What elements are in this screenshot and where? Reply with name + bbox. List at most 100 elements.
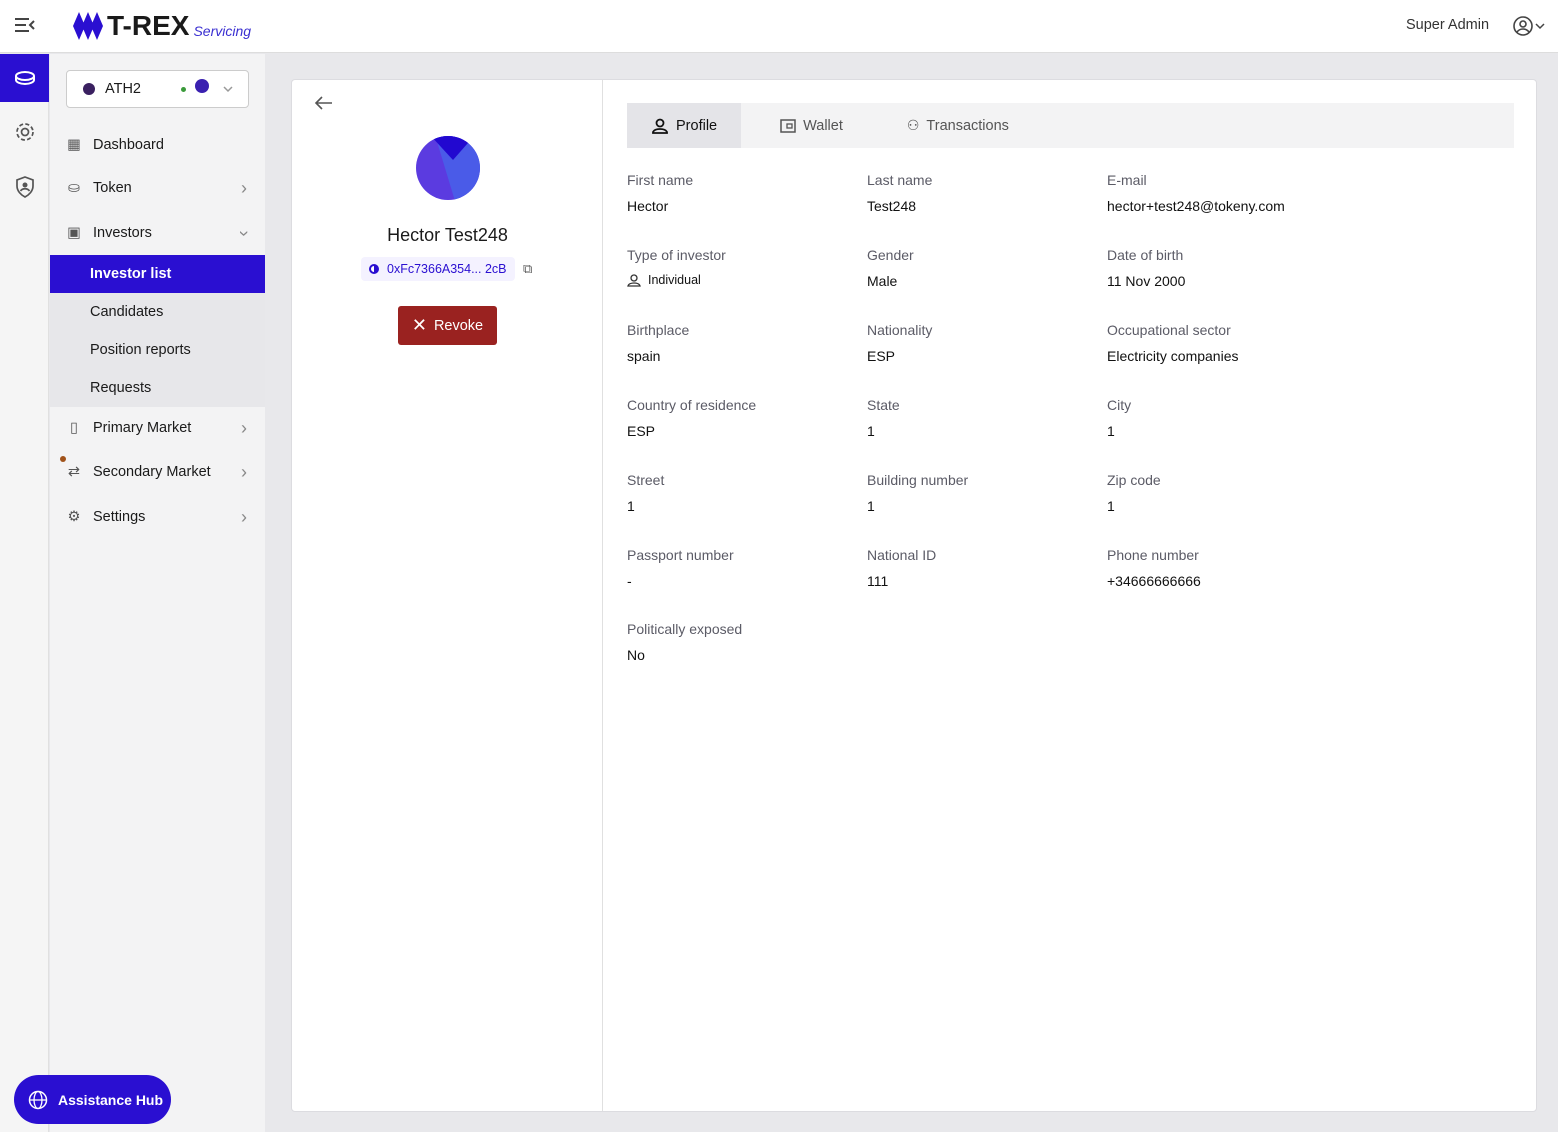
field-value: 1 — [1107, 423, 1115, 439]
sidebar: ATH2 ▦ Dashboard ⛀ Token › ▣ Investors › Inve… — [50, 54, 265, 1132]
logo-text: T-REX — [107, 10, 190, 41]
investors-icon: ▣ — [67, 225, 81, 241]
sidebar-subitem-label: Investor list — [90, 266, 172, 282]
assistance-hub-label: Assistance Hub — [58, 1091, 164, 1108]
sidebar-subitem-investor-list[interactable]: Investor list — [50, 255, 265, 293]
logo[interactable]: T-REX Servicing — [72, 11, 251, 41]
rail-token-button[interactable] — [0, 54, 49, 102]
user-name: Super Admin — [1406, 17, 1490, 33]
chevron-down-icon — [223, 86, 233, 93]
field-value: 1 — [1107, 498, 1115, 514]
field-label: Last name — [867, 172, 933, 188]
field-value: 11 Nov 2000 — [1107, 273, 1186, 289]
tab-profile[interactable]: Profile — [627, 103, 742, 148]
chevron-right-icon: › — [241, 506, 247, 527]
investor-summary: Hector Test248 0xFc7366A354... 2cB ⧉ ✕ Re… — [292, 80, 603, 1111]
sidebar-item-dashboard[interactable]: ▦ Dashboard — [50, 127, 265, 163]
tab-transactions[interactable]: ⚇ Transactions — [867, 103, 1033, 148]
field-value: - — [627, 573, 632, 589]
wallet-address[interactable]: 0xFc7366A354... 2cB — [361, 257, 515, 281]
top-header: T-REX Servicing Super Admin — [0, 0, 1558, 53]
rail-settings-button[interactable] — [0, 108, 49, 156]
chevron-right-icon: › — [241, 177, 247, 198]
sidebar-item-label: Settings — [93, 509, 146, 525]
avatar — [416, 136, 480, 200]
sidebar-item-secondary-market[interactable]: ⇄ Secondary Market › — [50, 454, 265, 490]
user-icon — [652, 118, 668, 134]
globe-icon — [28, 1090, 48, 1109]
chevron-right-icon: › — [241, 461, 247, 482]
transactions-icon: ⚇ — [906, 117, 920, 133]
revoke-label: Revoke — [433, 317, 484, 334]
field-label: State — [867, 397, 900, 413]
logo-subtext: Servicing — [193, 23, 252, 39]
field-value: +34666666666 — [1107, 573, 1201, 589]
revoke-button[interactable]: ✕ Revoke — [398, 306, 497, 345]
field-label: Politically exposed — [627, 621, 743, 637]
user-circle-icon — [1513, 16, 1533, 36]
field-label: Birthplace — [627, 322, 690, 338]
copy-icon[interactable]: ⧉ — [523, 261, 532, 277]
dashboard-icon: ▦ — [67, 137, 81, 153]
menu-collapse-icon[interactable] — [14, 16, 36, 37]
back-arrow-icon[interactable] — [314, 96, 334, 110]
field-label: Street — [627, 472, 665, 488]
user-icon — [627, 274, 641, 287]
field-value: ESP — [867, 348, 896, 364]
token-name: ATH2 — [105, 81, 141, 97]
sidebar-item-label: Token — [93, 180, 132, 196]
rail-security-button[interactable] — [0, 163, 49, 211]
field-value: ESP — [627, 423, 656, 439]
field-value: 1 — [867, 498, 875, 514]
field-value: Test248 — [867, 198, 917, 214]
identity-icon — [369, 264, 379, 274]
sidebar-item-label: Secondary Market — [93, 464, 211, 480]
user-menu-button[interactable] — [1512, 15, 1546, 37]
sidebar-subitem-label: Candidates — [90, 304, 164, 320]
assistance-hub-button[interactable]: Assistance Hub — [14, 1075, 171, 1124]
token-selector[interactable]: ATH2 — [66, 70, 249, 108]
sidebar-item-settings[interactable]: ⚙ Settings › — [50, 499, 265, 535]
sidebar-item-primary-market[interactable]: ▯ Primary Market › — [50, 410, 265, 446]
sidebar-item-label: Investors — [93, 225, 152, 241]
investor-card: Hector Test248 0xFc7366A354... 2cB ⧉ ✕ Re… — [291, 79, 1537, 1112]
investor-name: Hector Test248 — [387, 225, 508, 245]
wallet-icon — [780, 118, 796, 133]
tab-label: Wallet — [803, 117, 843, 134]
field-label: City — [1107, 397, 1132, 413]
field-label: E-mail — [1107, 172, 1147, 188]
field-value: spain — [627, 348, 661, 364]
close-icon: ✕ — [411, 315, 427, 335]
coin-icon: ⛀ — [67, 180, 81, 196]
field-value: hector+test248@tokeny.com — [1107, 198, 1285, 214]
field-label: Zip code — [1107, 472, 1161, 488]
field-label: Country of residence — [627, 397, 757, 413]
field-value: 1 — [627, 498, 635, 514]
tab-wallet[interactable]: Wallet — [741, 103, 867, 148]
coin-icon — [14, 71, 35, 86]
chevron-down-icon: › — [234, 230, 255, 236]
shield-user-icon — [15, 176, 34, 198]
status-dot — [181, 87, 186, 92]
sidebar-item-token[interactable]: ⛀ Token › — [50, 170, 265, 206]
sidebar-subitem-candidates[interactable]: Candidates — [50, 293, 265, 331]
link-icon — [195, 79, 209, 93]
field-value: Individual — [627, 273, 701, 287]
sidebar-item-investors[interactable]: ▣ Investors › — [50, 215, 265, 251]
wallet-address-text: 0xFc7366A354... 2cB — [387, 262, 507, 276]
sidebar-item-label: Primary Market — [93, 420, 192, 436]
field-value: 1 — [867, 423, 875, 439]
logo-icon — [73, 12, 103, 40]
field-label: Gender — [867, 247, 914, 263]
sidebar-subitem-requests[interactable]: Requests — [50, 369, 265, 407]
gear-icon: ⚙ — [67, 509, 81, 525]
chevron-right-icon: › — [241, 417, 247, 438]
gear-icon — [15, 123, 34, 141]
field-label: Passport number — [627, 547, 734, 563]
sidebar-subitem-position-reports[interactable]: Position reports — [50, 331, 265, 369]
field-value: No — [627, 647, 645, 663]
field-value: Electricity companies — [1107, 348, 1239, 364]
field-label: Type of investor — [627, 247, 726, 263]
field-label: Occupational sector — [1107, 322, 1231, 338]
field-label: Date of birth — [1107, 247, 1184, 263]
